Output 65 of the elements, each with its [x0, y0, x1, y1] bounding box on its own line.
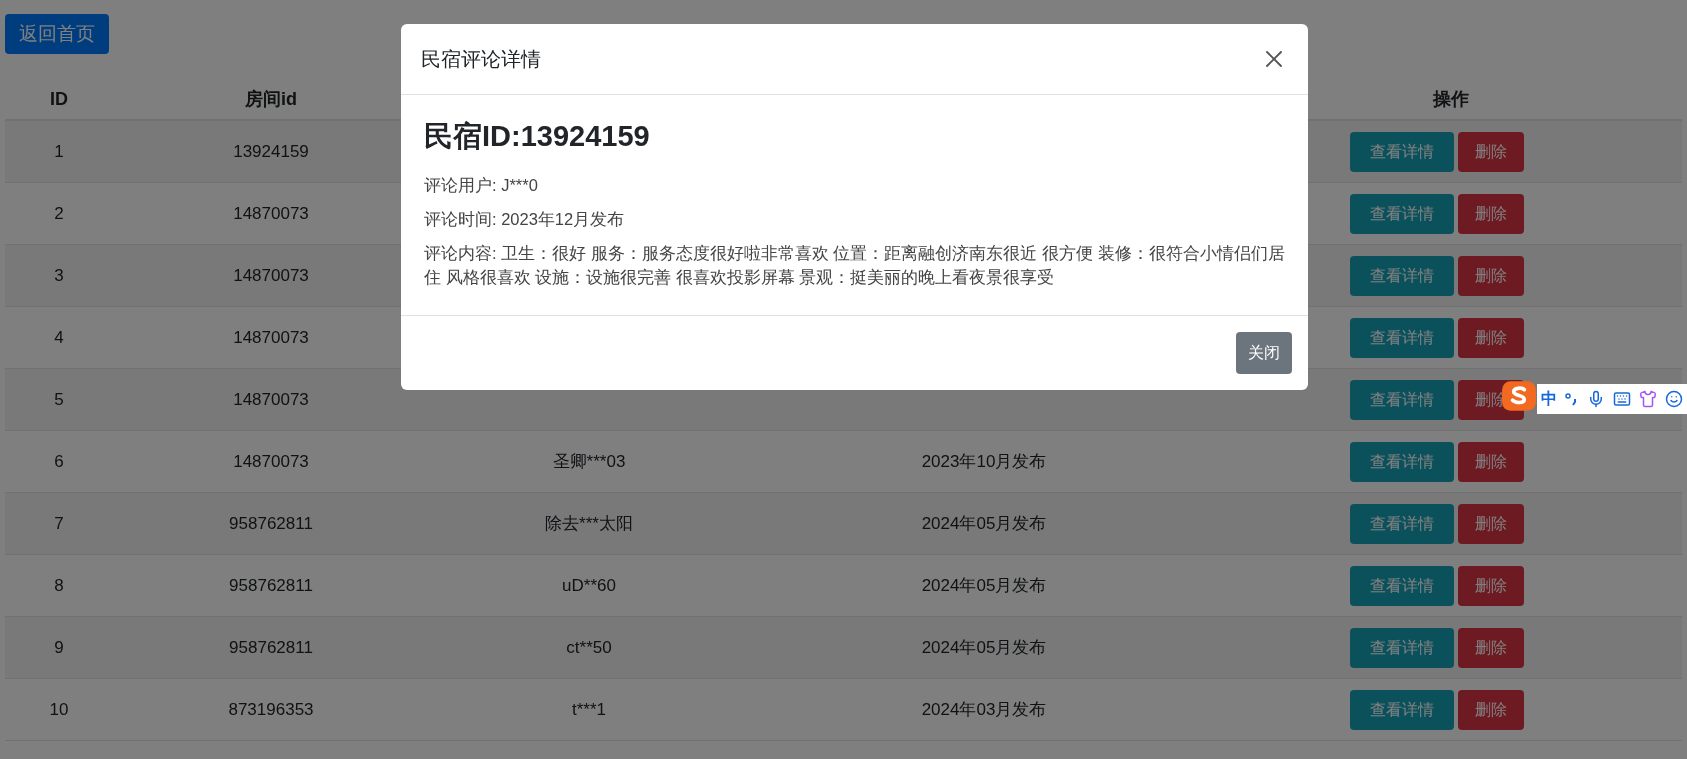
table-cell-text: 958762811: [229, 512, 313, 535]
table-cell-text: 2024年05月发布: [921, 636, 1047, 659]
delete-button[interactable]: 删除: [1458, 689, 1524, 730]
input-mode-toggle[interactable]: 中: [1541, 387, 1557, 411]
detail-text: 评论时间: 2023年12月发布: [424, 208, 626, 230]
microphone-icon[interactable]: [1587, 390, 1605, 408]
details-button[interactable]: 查看详情: [1350, 689, 1454, 730]
column-header: 房间id: [245, 87, 297, 111]
detail-text: 评论用户: J***0: [424, 174, 539, 196]
table-cell-text: 6: [54, 450, 64, 473]
table-cell-text: 14870073: [233, 264, 309, 287]
table-cell-text: t***1: [572, 698, 606, 721]
delete-button[interactable]: 删除: [1458, 317, 1524, 358]
table-cell-text: 9: [54, 636, 64, 659]
table-cell-text: 5: [54, 388, 64, 411]
details-button[interactable]: 查看详情: [1350, 317, 1454, 358]
details-button[interactable]: 查看详情: [1350, 131, 1454, 172]
delete-button[interactable]: 删除: [1458, 565, 1524, 606]
modal-heading: 民宿ID:13924159: [424, 119, 651, 154]
details-button[interactable]: 查看详情: [1350, 255, 1454, 296]
table-cell-text: 958762811: [229, 574, 313, 597]
details-button[interactable]: 查看详情: [1350, 503, 1454, 544]
back-button[interactable]: 返回首页: [5, 14, 109, 54]
table-cell-text: 2023年10月发布: [921, 450, 1047, 473]
table-cell-text: 14870073: [233, 450, 309, 473]
detail-text: 评论内容: 卫生：很好 服务：服务态度很好啦非常喜欢 位置：距离融创济南东很近 很方便 装修：很符合小情侣们居住 风格很喜欢 设施：设施很完善 很喜欢投影屏幕 景观：挺美丽的晚上看夜景很享受: [424, 242, 1285, 288]
smile-icon[interactable]: [1665, 390, 1683, 408]
table-cell-text: 7: [54, 512, 64, 535]
table-cell-text: 958762811: [229, 636, 313, 659]
table-cell-text: 10: [49, 698, 69, 721]
table-cell-text: 2024年05月发布: [921, 574, 1047, 597]
column-header: 操作: [1432, 87, 1469, 111]
delete-button[interactable]: 删除: [1458, 255, 1524, 296]
table-cell-text: 14870073: [233, 388, 309, 411]
table-cell-text: 873196353: [228, 698, 314, 721]
table-cell-text: 14870073: [233, 326, 309, 349]
column-header: ID: [50, 87, 68, 111]
table-cell-text: 除去***太阳: [545, 512, 633, 535]
delete-button[interactable]: 删除: [1458, 131, 1524, 172]
table-cell-text: 3: [54, 264, 64, 287]
table-cell-text: uD**60: [562, 574, 616, 597]
table-cell-text: ct**50: [566, 636, 612, 659]
details-button[interactable]: 查看详情: [1350, 441, 1454, 482]
table-cell-text: 14870073: [233, 202, 309, 225]
table-cell-text: 13924159: [233, 140, 309, 163]
modal-title: 民宿评论详情: [421, 47, 541, 72]
table-cell-text: 1: [54, 140, 64, 163]
table-cell-text: 2024年03月发布: [921, 698, 1047, 721]
delete-button[interactable]: 删除: [1458, 627, 1524, 668]
delete-button[interactable]: 删除: [1458, 503, 1524, 544]
close-button[interactable]: 关闭: [1236, 331, 1292, 374]
table-cell-text: 8: [54, 574, 64, 597]
table-cell-text: 2: [54, 202, 64, 225]
details-button[interactable]: 查看详情: [1350, 193, 1454, 234]
table-cell-text: 圣卿***03: [552, 450, 626, 473]
table-cell-text: 2024年05月发布: [921, 512, 1047, 535]
punctuation-icon[interactable]: [1565, 392, 1579, 406]
table-cell-text: 4: [54, 326, 64, 349]
details-button[interactable]: 查看详情: [1350, 627, 1454, 668]
shirt-icon[interactable]: [1639, 390, 1657, 408]
details-button[interactable]: 查看详情: [1350, 379, 1454, 420]
delete-button[interactable]: 删除: [1458, 193, 1524, 234]
details-button[interactable]: 查看详情: [1350, 565, 1454, 606]
keyboard-icon[interactable]: [1613, 390, 1631, 408]
delete-button[interactable]: 删除: [1458, 441, 1524, 482]
